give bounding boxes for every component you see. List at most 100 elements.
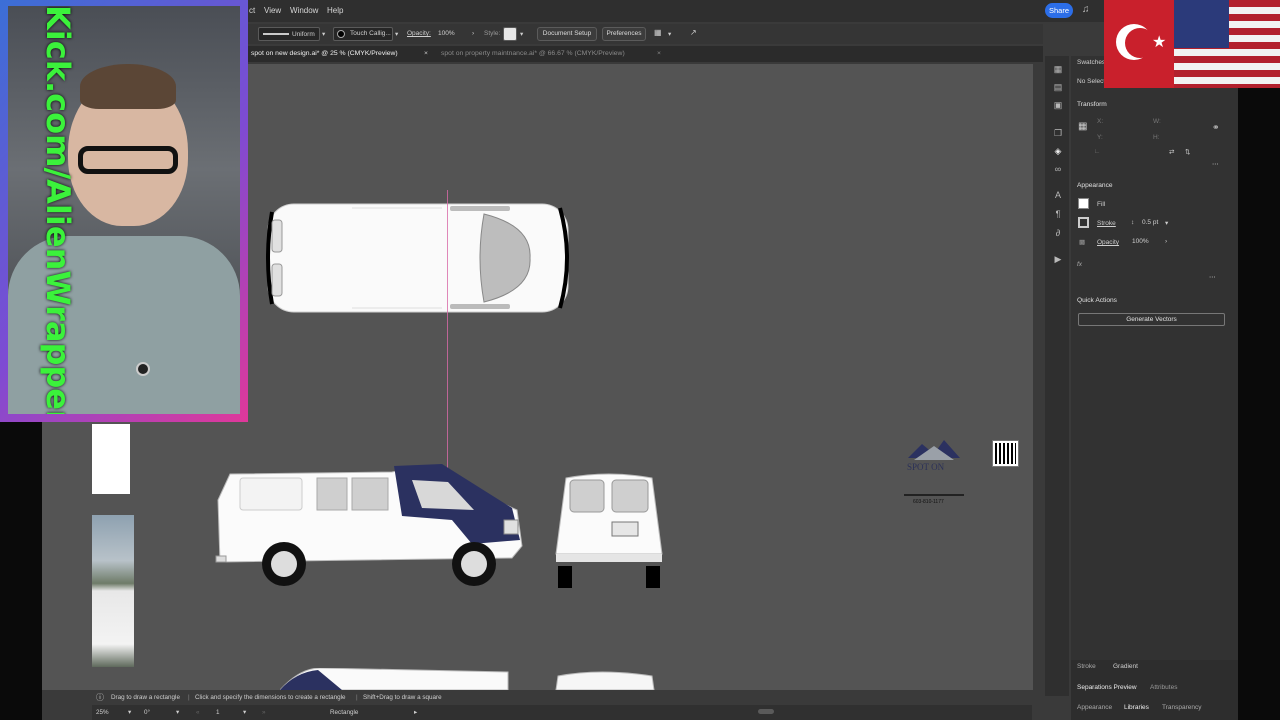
chevron-down-icon[interactable]: ▾ xyxy=(395,30,398,38)
constrain-link-icon[interactable]: ⚭ xyxy=(1212,122,1220,133)
chevron-down-icon[interactable]: ▾ xyxy=(176,709,179,716)
tab-separations-preview[interactable]: Separations Preview xyxy=(1077,684,1137,691)
stroke-profile-label: Uniform xyxy=(292,31,315,38)
artboard-number[interactable]: 1 xyxy=(216,709,220,716)
stroke-label[interactable]: Stroke xyxy=(1097,220,1116,227)
chevron-down-icon[interactable]: ▾ xyxy=(322,30,325,38)
actions-play-icon[interactable]: ▶ xyxy=(1052,253,1064,265)
x-field[interactable]: X: xyxy=(1097,118,1103,125)
hint-text: Shift+Drag to draw a square xyxy=(363,694,442,701)
menu-item-window[interactable]: Window xyxy=(290,6,318,15)
fx-button[interactable]: fx xyxy=(1077,261,1082,268)
more-options-icon[interactable]: ⋯ xyxy=(1212,160,1219,168)
share-button[interactable]: Share xyxy=(1045,3,1073,18)
usa-flag-canton xyxy=(1174,0,1229,48)
layers-icon[interactable]: ◈ xyxy=(1052,145,1064,157)
tab-spot-on-new-design[interactable]: spot on new design.ai* @ 25 % (CMYK/Prev… xyxy=(251,50,398,57)
glyphs-icon[interactable]: ∂ xyxy=(1052,227,1064,239)
prev-artboard-icon[interactable]: « xyxy=(196,709,200,716)
opacity-value[interactable]: 100% xyxy=(438,30,455,37)
hint-divider: | xyxy=(188,694,190,701)
hint-text: Click and specify the dimensions to crea… xyxy=(195,694,346,701)
canvas[interactable] xyxy=(248,64,1033,690)
close-icon[interactable]: × xyxy=(424,50,428,57)
qr-code[interactable] xyxy=(992,440,1019,467)
current-tool-label: Rectangle xyxy=(330,709,359,716)
chevron-down-icon[interactable]: ▾ xyxy=(243,709,246,716)
chevron-right-icon[interactable]: › xyxy=(472,30,474,37)
tab-transparency[interactable]: Transparency xyxy=(1162,704,1202,711)
flip-horizontal-icon[interactable]: ⇄ xyxy=(1169,148,1174,156)
reference-point-icon[interactable]: ▦ xyxy=(1078,121,1087,132)
hint-divider: | xyxy=(356,694,358,701)
chevron-down-icon[interactable]: ▾ xyxy=(520,30,523,38)
properties-panel xyxy=(1071,56,1238,720)
preferences-button[interactable]: Preferences xyxy=(602,27,646,41)
menu-item-help[interactable]: Help xyxy=(327,6,343,15)
h-field[interactable]: H: xyxy=(1153,134,1160,141)
menu-item-view[interactable]: View xyxy=(264,6,281,15)
chevron-down-icon[interactable]: ▾ xyxy=(1165,219,1168,227)
close-icon[interactable]: × xyxy=(657,50,661,57)
style-swatch[interactable] xyxy=(503,27,517,41)
transform-title: Transform xyxy=(1077,101,1107,108)
character-icon[interactable]: A xyxy=(1052,189,1064,201)
pathfinder-icon[interactable]: ▣ xyxy=(1052,99,1064,111)
van-rear-view[interactable] xyxy=(552,470,667,592)
links-icon[interactable]: ∞ xyxy=(1052,163,1064,175)
generate-vectors-button[interactable]: Generate Vectors xyxy=(1078,313,1225,326)
rotate-icon[interactable]: ∟ xyxy=(1094,148,1100,155)
zoom-level[interactable]: 25% xyxy=(96,709,109,716)
stroke-weight-value[interactable]: 0.5 pt xyxy=(1142,219,1158,226)
webcam-overlay: Kick.com/AlienWrapper xyxy=(0,0,248,422)
swatches-grid-icon[interactable]: ▦ xyxy=(1052,63,1064,75)
artboards-icon[interactable]: ❐ xyxy=(1052,127,1064,139)
paragraph-icon[interactable]: ¶ xyxy=(1052,208,1064,220)
w-field[interactable]: W: xyxy=(1153,118,1161,125)
next-artboard-icon[interactable]: » xyxy=(262,709,266,716)
tab-gradient[interactable]: Gradient xyxy=(1113,663,1138,670)
tab-stroke[interactable]: Stroke xyxy=(1077,663,1096,670)
tab-spot-on-property-maintnance[interactable]: spot on property maintnance.ai* @ 66.67 … xyxy=(441,50,625,57)
van-partial-bottom[interactable] xyxy=(280,668,680,690)
rotation-value[interactable]: 0° xyxy=(144,709,150,716)
menu-item-select[interactable]: ct xyxy=(249,6,255,15)
quick-actions-title: Quick Actions xyxy=(1077,297,1117,304)
opacity-label[interactable]: Opacity xyxy=(1097,239,1119,246)
star-icon: ★ xyxy=(1152,34,1167,51)
fill-swatch[interactable] xyxy=(1078,198,1089,209)
flip-vertical-icon[interactable]: ⇅ xyxy=(1185,148,1190,156)
horizontal-scrollbar[interactable] xyxy=(758,709,774,714)
stroke-swatch[interactable] xyxy=(1078,217,1089,228)
y-field[interactable]: Y: xyxy=(1097,134,1103,141)
tab-swatches[interactable]: Swatches xyxy=(1077,59,1105,66)
no-selection-label: No Select xyxy=(1077,78,1106,85)
chevron-down-icon[interactable]: ▾ xyxy=(668,30,671,38)
chevron-right-icon[interactable]: › xyxy=(1165,238,1167,245)
crescent-cutout xyxy=(1125,28,1155,58)
chevron-down-icon[interactable]: ▾ xyxy=(128,709,131,716)
tab-attributes[interactable]: Attributes xyxy=(1150,684,1177,691)
stepper-icon[interactable]: ↕ xyxy=(1131,219,1134,226)
flags-overlay: ★ xyxy=(1104,0,1280,88)
tab-appearance[interactable]: Appearance xyxy=(1077,704,1112,711)
van-top-view[interactable] xyxy=(262,198,582,318)
artboard-fragment[interactable] xyxy=(92,424,130,494)
streamer-pendant xyxy=(136,362,150,376)
logo-title: SPOT ON xyxy=(907,462,945,472)
document-setup-button[interactable]: Document Setup xyxy=(537,27,597,41)
appearance-title: Appearance xyxy=(1077,182,1113,189)
van-side-view[interactable] xyxy=(212,460,532,590)
more-options-icon[interactable]: ⋯ xyxy=(1209,273,1216,281)
export-icon[interactable]: ↗ xyxy=(690,28,697,37)
opacity-icon: ▩ xyxy=(1079,239,1086,246)
bell-icon[interactable]: ♫ xyxy=(1082,4,1094,16)
arrange-icon[interactable]: ▦ xyxy=(654,28,662,37)
opacity-value[interactable]: 100% xyxy=(1132,238,1149,245)
align-icon[interactable]: ▤ xyxy=(1052,81,1064,93)
play-icon[interactable]: ▸ xyxy=(414,709,417,716)
opacity-label[interactable]: Opacity: xyxy=(407,30,431,37)
reference-photo[interactable] xyxy=(92,515,134,667)
tab-libraries[interactable]: Libraries xyxy=(1124,704,1149,711)
help-icon: ⓘ xyxy=(96,693,104,702)
